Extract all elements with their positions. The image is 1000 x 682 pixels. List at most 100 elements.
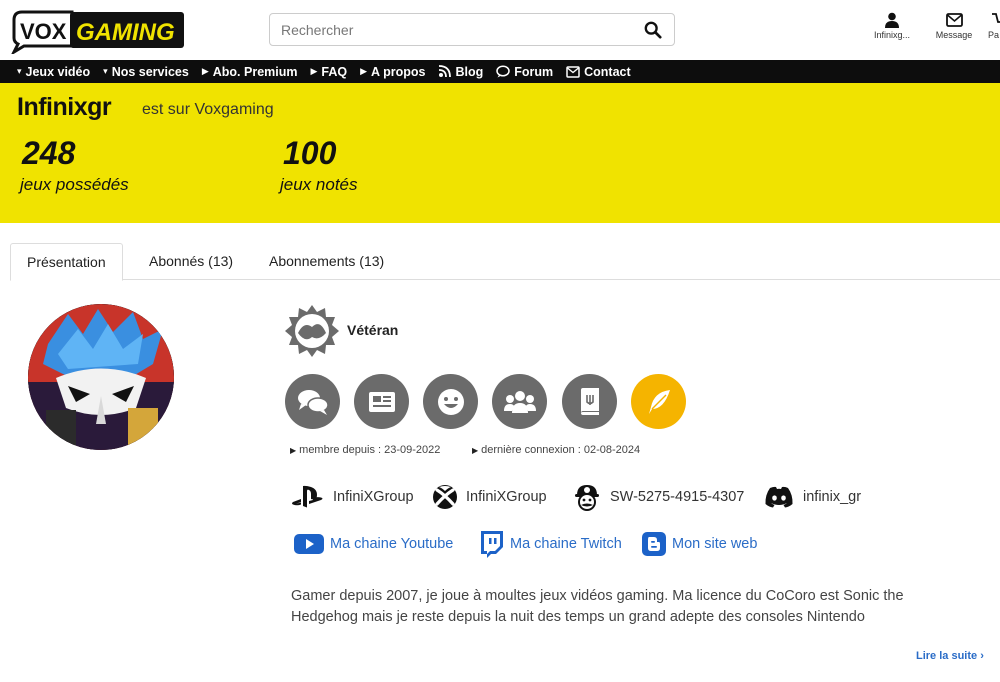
- caret-down-icon: ▾: [103, 66, 108, 76]
- tab-abonnes[interactable]: Abonnés (13): [133, 243, 249, 280]
- nav-item-label: Forum: [514, 64, 554, 79]
- chevron-right-icon: ›: [977, 650, 984, 662]
- envelope-icon: [945, 13, 963, 27]
- tab-abonnements[interactable]: Abonnements (13): [253, 243, 400, 280]
- nav-item-label: A propos: [371, 64, 426, 79]
- xbox-account-name: InfiniXGroup: [466, 489, 547, 505]
- logo-gaming-text: GAMING: [76, 19, 175, 46]
- blog-icon: [439, 65, 452, 78]
- logo-vox-text: VOX: [20, 19, 67, 44]
- website-link[interactable]: Mon site web: [642, 530, 757, 558]
- tab-presentation[interactable]: Présentation: [10, 243, 123, 281]
- nav-item-label: Contact: [584, 64, 631, 79]
- playstation-icon: [292, 485, 323, 508]
- member-since-text: membre depuis : 23-09-2022: [299, 444, 441, 456]
- nav-item-contact[interactable]: Contact: [566, 65, 631, 79]
- tab-label: Présentation: [27, 254, 106, 270]
- main-nav: ▾ Jeux vidéo ▾ Nos services ▶ Abo. Premi…: [0, 60, 1000, 83]
- speech-bubble-icon: [496, 65, 510, 78]
- search-input[interactable]: [270, 14, 630, 45]
- discord-account-name: infinix_gr: [803, 489, 862, 505]
- switch-account[interactable]: SW-5275-4915-4307: [572, 482, 744, 512]
- twitch-icon: [481, 531, 503, 558]
- envelope-icon: [566, 65, 580, 78]
- youtube-icon: [294, 534, 324, 554]
- youtube-link-label: Ma chaine Youtube: [330, 536, 454, 552]
- website-link-label: Mon site web: [672, 536, 758, 552]
- mario-icon: [575, 485, 599, 511]
- nav-item-label: Nos services: [111, 64, 189, 79]
- caret-down-icon: ▾: [17, 66, 22, 76]
- discord-account[interactable]: infinix_gr: [763, 482, 861, 512]
- last-login: ▶ dernière connexion : 02-08-2024: [472, 444, 640, 456]
- news-badge-icon: [368, 391, 395, 412]
- caret-right-icon: ▶: [290, 446, 297, 455]
- smiley-badge[interactable]: [423, 374, 478, 429]
- profile-banner: Infinixgr est sur Voxgaming 248 jeux pos…: [0, 83, 1000, 223]
- extra-menu-label: Pa: [988, 30, 1000, 40]
- tab-label: Abonnés (13): [149, 253, 234, 269]
- nav-item-blog[interactable]: Blog: [438, 65, 483, 79]
- user-menu[interactable]: Infinixg...: [870, 12, 914, 40]
- nav-item-jeux-video[interactable]: ▾ Jeux vidéo: [17, 65, 90, 79]
- guide-badge-icon: [580, 387, 599, 415]
- twitch-link[interactable]: Ma chaine Twitch: [478, 530, 622, 558]
- profile-username: Infinixgr: [17, 93, 112, 121]
- caret-right-icon: ▶: [310, 66, 318, 76]
- news-badge[interactable]: [354, 374, 409, 429]
- caret-right-icon: ▶: [472, 446, 479, 455]
- profile-tabs: Présentation Abonnés (13) Abonnements (1…: [10, 243, 1000, 281]
- switch-friend-code: SW-5275-4915-4307: [610, 489, 745, 505]
- nav-item-label: Abo. Premium: [212, 64, 298, 79]
- read-more-link[interactable]: Lire la suite ›: [916, 650, 984, 662]
- member-since: ▶ membre depuis : 23-09-2022: [290, 444, 440, 456]
- youtube-link[interactable]: Ma chaine Youtube: [294, 530, 453, 558]
- rated-games-label[interactable]: jeux notés: [280, 175, 358, 195]
- rank-label: Vétéran: [347, 322, 399, 338]
- owned-games-label[interactable]: jeux possédés: [20, 175, 129, 195]
- blogger-icon: [642, 532, 666, 556]
- nav-item-a-propos[interactable]: ▶ A propos: [360, 65, 425, 79]
- voxgaming-logo[interactable]: VOX GAMING: [10, 8, 186, 54]
- nav-item-forum[interactable]: Forum: [496, 65, 553, 79]
- nav-item-abo-premium[interactable]: ▶ Abo. Premium: [202, 65, 298, 79]
- extra-menu[interactable]: Pa: [988, 12, 1000, 40]
- site-header: VOX GAMING Infinixg... Message Pa: [0, 0, 1000, 60]
- user-menu-label: Infinixg...: [873, 30, 911, 40]
- writer-badge[interactable]: [631, 374, 686, 429]
- psn-account-name: InfiniXGroup: [333, 489, 414, 505]
- caret-right-icon: ▶: [360, 66, 368, 76]
- rated-games-count[interactable]: 100: [283, 135, 336, 172]
- nav-item-label: FAQ: [321, 64, 348, 79]
- comments-badge-icon: [297, 389, 329, 415]
- comments-badge[interactable]: [285, 374, 340, 429]
- search-bar: [269, 13, 675, 46]
- xbox-account[interactable]: InfiniXGroup: [432, 482, 547, 512]
- avatar-image: [28, 304, 174, 450]
- profile-subtitle: est sur Voxgaming: [142, 101, 274, 118]
- bio-line: Hedgehog mais je reste depuis la nuit de…: [291, 609, 865, 625]
- cart-icon: [992, 13, 1000, 23]
- xbox-icon: [433, 485, 457, 509]
- nav-item-faq[interactable]: ▶ FAQ: [311, 65, 348, 79]
- guide-badge[interactable]: [562, 374, 617, 429]
- nav-item-nos-services[interactable]: ▾ Nos services: [103, 65, 189, 79]
- owned-games-count[interactable]: 248: [22, 135, 75, 172]
- nav-item-label: Jeux vidéo: [25, 64, 91, 79]
- twitch-link-label: Ma chaine Twitch: [510, 536, 622, 552]
- nav-item-label: Blog: [455, 64, 484, 79]
- last-login-text: dernière connexion : 02-08-2024: [481, 444, 641, 456]
- bio-line: Gamer depuis 2007, je joue à moultes jeu…: [291, 588, 904, 604]
- profile-bio: Gamer depuis 2007, je joue à moultes jeu…: [291, 586, 981, 628]
- community-badge-icon: [503, 390, 536, 413]
- community-badge[interactable]: [492, 374, 547, 429]
- caret-right-icon: ▶: [201, 66, 209, 76]
- writer-badge-icon: [648, 389, 670, 414]
- read-more-label: Lire la suite: [916, 650, 978, 662]
- veteran-rank-icon: [285, 305, 339, 357]
- psn-account[interactable]: InfiniXGroup: [291, 482, 414, 512]
- smiley-badge-icon: [437, 388, 464, 415]
- message-menu-label: Message: [935, 30, 973, 40]
- search-icon[interactable]: [644, 21, 662, 39]
- message-menu[interactable]: Message: [931, 12, 977, 40]
